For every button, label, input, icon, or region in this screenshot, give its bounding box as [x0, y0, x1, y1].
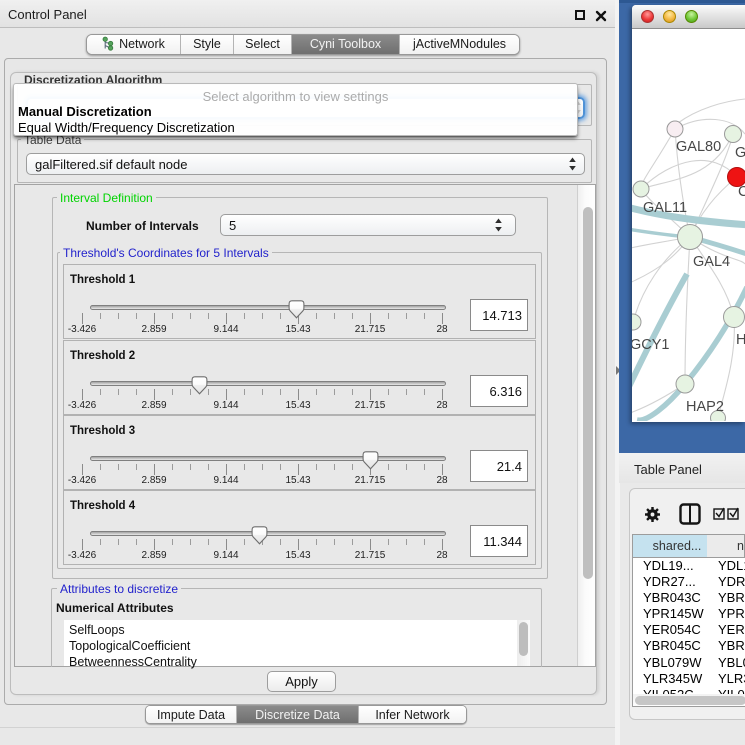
svg-text:H: H [736, 332, 745, 348]
svg-text:GA: GA [735, 145, 745, 161]
svg-text:CR: CR [738, 184, 745, 200]
svg-text:GAL4: GAL4 [693, 254, 730, 270]
svg-text:GAL80: GAL80 [676, 139, 721, 155]
svg-text:GCY1: GCY1 [632, 337, 670, 353]
svg-text:HAP2: HAP2 [686, 399, 724, 415]
svg-text:GAL11: GAL11 [643, 200, 687, 216]
